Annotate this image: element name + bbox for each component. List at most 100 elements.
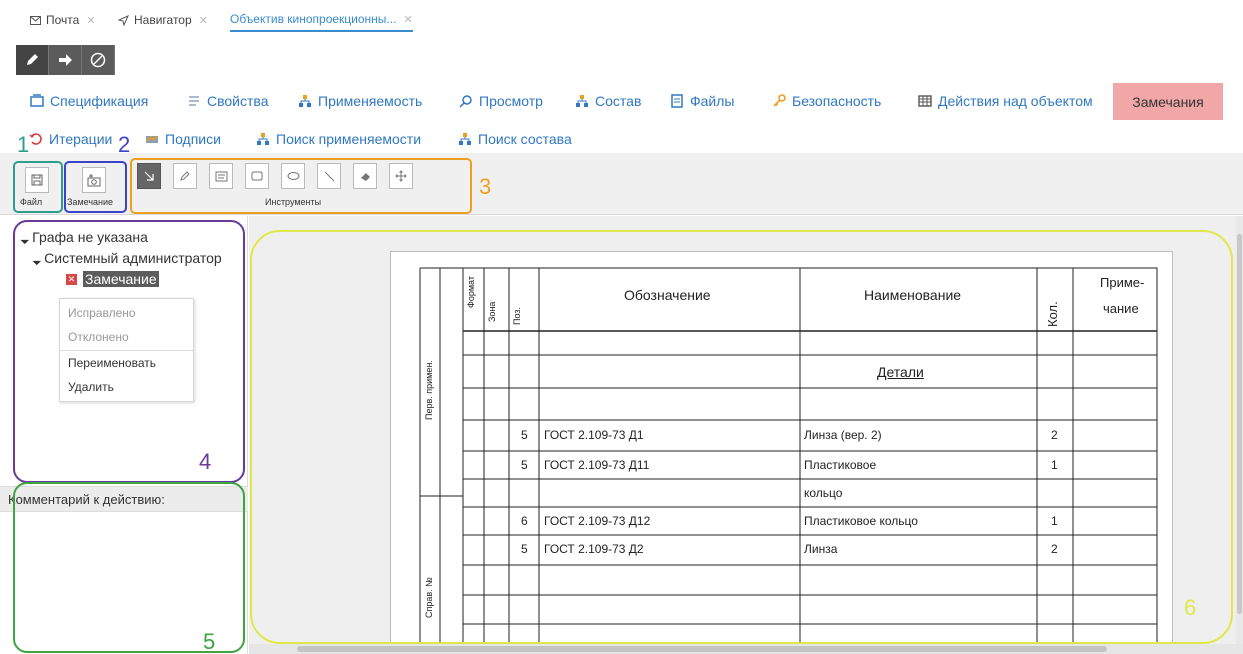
nav-row-1-files: Файлы — [670, 90, 734, 112]
text-box-icon — [215, 171, 227, 181]
nav-specification[interactable]: Спецификация — [30, 93, 148, 109]
pencil-icon — [27, 54, 38, 65]
row-5-qty: 2 — [1051, 542, 1058, 556]
nav-view[interactable]: Просмотр — [459, 93, 543, 109]
tool-ellipse-button[interactable] — [281, 163, 305, 189]
close-icon[interactable]: ✕ — [403, 13, 412, 26]
row-2-designation: ГОСТ 2.109-73 Д11 — [544, 458, 650, 472]
grid-icon — [918, 95, 932, 107]
tool-eraser-button[interactable] — [353, 163, 377, 189]
tab-label: Почта — [46, 13, 80, 27]
annotation-5: 5 — [203, 629, 216, 654]
navigator-arrow-icon — [118, 14, 129, 26]
tool-pencil-button[interactable] — [173, 163, 197, 189]
tool-arrow-button[interactable] — [137, 163, 161, 189]
tab-object[interactable]: Объектив кинопроекционны... ✕ — [230, 8, 413, 32]
row-4-pos: 6 — [521, 514, 528, 528]
menu-divider — [60, 350, 193, 351]
row-2-pos: 5 — [521, 458, 528, 472]
header-note-2: чание — [1103, 301, 1139, 316]
nav-row-1: Спецификация — [30, 90, 148, 112]
nav-security[interactable]: Безопасность — [772, 93, 881, 109]
iterations-icon — [29, 133, 42, 145]
row-5-designation: ГОСТ 2.109-73 Д2 — [544, 542, 644, 556]
specification-icon — [30, 94, 44, 107]
nav-search-usage[interactable]: Поиск применяемости — [256, 131, 421, 147]
signature-icon — [146, 135, 158, 143]
annotation-3: 3 — [479, 174, 492, 199]
menu-item-delete[interactable]: Удалить — [68, 380, 114, 394]
forward-button[interactable] — [49, 45, 82, 75]
collapse-triangle-icon[interactable]: ◢ — [20, 234, 31, 245]
close-icon[interactable]: ✕ — [86, 14, 95, 27]
rectangle-icon — [251, 171, 263, 181]
tool-text-button[interactable] — [209, 163, 233, 189]
nav-row-1-view: Просмотр — [459, 90, 543, 112]
save-file-button[interactable] — [25, 167, 49, 193]
row-1-designation: ГОСТ 2.109-73 Д1 — [544, 428, 644, 442]
cancel-mode-button[interactable] — [82, 45, 115, 75]
menu-item-fixed[interactable]: Исправлено — [68, 306, 136, 320]
tree-user-node[interactable]: ◢ Системный администратор — [32, 250, 222, 266]
row-2-name: Пластиковое — [804, 458, 877, 472]
camera-plus-icon — [87, 173, 101, 186]
scrollbar-thumb[interactable] — [1237, 234, 1242, 614]
scrollbar-thumb[interactable] — [297, 646, 1107, 652]
row-5-pos: 5 — [521, 542, 528, 556]
nav-remarks-active[interactable]: Замечания — [1113, 83, 1223, 120]
tab-mail[interactable]: Почта ✕ — [30, 8, 96, 32]
arrow-tool-icon — [144, 171, 154, 181]
nav-signatures[interactable]: Подписи — [145, 131, 221, 147]
row-3-name: кольцо — [804, 486, 843, 500]
section-title: Детали — [877, 364, 924, 380]
ellipse-icon — [287, 172, 299, 180]
row-4-designation: ГОСТ 2.109-73 Д12 — [544, 514, 651, 528]
nav-row-2: Итерации — [29, 128, 112, 150]
header-position: Поз. — [512, 307, 522, 325]
hierarchy-icon — [299, 95, 311, 107]
nav-search-composition[interactable]: Поиск состава — [458, 131, 572, 147]
remark-status-icon: ✕ — [66, 273, 77, 285]
add-remark-button[interactable] — [82, 167, 106, 193]
nav-properties[interactable]: Свойства — [187, 93, 268, 109]
horizontal-scrollbar[interactable] — [249, 644, 1243, 654]
header-zone: Зона — [487, 301, 497, 322]
nav-row-1-props: Свойства — [187, 90, 268, 112]
nav-files[interactable]: Файлы — [670, 93, 734, 109]
header-designation: Обозначение — [624, 287, 711, 303]
floppy-disk-icon — [31, 174, 43, 186]
tool-move-button[interactable] — [389, 163, 413, 189]
row-1-qty: 2 — [1051, 428, 1058, 442]
key-icon — [773, 94, 786, 107]
hierarchy-icon — [257, 133, 269, 145]
tree-remark-node[interactable]: ✕ Замечание — [66, 271, 159, 287]
vertical-scrollbar[interactable] — [1236, 216, 1243, 644]
close-icon[interactable]: ✕ — [199, 14, 208, 27]
mail-icon — [30, 15, 41, 25]
tab-label: Навигатор — [134, 13, 192, 27]
row-1-name: Линза (вер. 2) — [804, 428, 882, 442]
properties-icon — [189, 96, 199, 106]
tool-rectangle-button[interactable] — [245, 163, 269, 189]
nav-row-1-actions: Действия над объектом — [918, 90, 1093, 112]
nav-usage[interactable]: Применяемость — [298, 93, 422, 109]
menu-item-rejected[interactable]: Отклонено — [68, 330, 129, 344]
tab-navigator[interactable]: Навигатор ✕ — [118, 8, 208, 32]
annotation-4: 4 — [199, 449, 212, 474]
nav-object-actions[interactable]: Действия над объектом — [918, 93, 1093, 109]
menu-item-rename[interactable]: Переименовать — [68, 356, 156, 370]
nav-row-1-security: Безопасность — [772, 90, 881, 112]
move-icon — [395, 170, 407, 182]
edit-mode-button[interactable] — [16, 45, 49, 75]
row-2-qty: 1 — [1051, 458, 1058, 472]
nav-composition[interactable]: Состав — [575, 93, 641, 109]
pencil-icon — [180, 171, 190, 181]
tree-root[interactable]: ◢ Графа не указана — [20, 229, 148, 245]
annotation-6: 6 — [1184, 595, 1197, 620]
header-format: Формат — [466, 276, 476, 308]
collapse-triangle-icon[interactable]: ◢ — [32, 255, 43, 266]
tab-bar: Почта ✕ Навигатор ✕ Объектив кинопроекци… — [0, 0, 1243, 38]
hierarchy-icon — [576, 95, 588, 107]
nav-iterations[interactable]: Итерации — [29, 131, 112, 147]
tool-line-button[interactable] — [317, 163, 341, 189]
